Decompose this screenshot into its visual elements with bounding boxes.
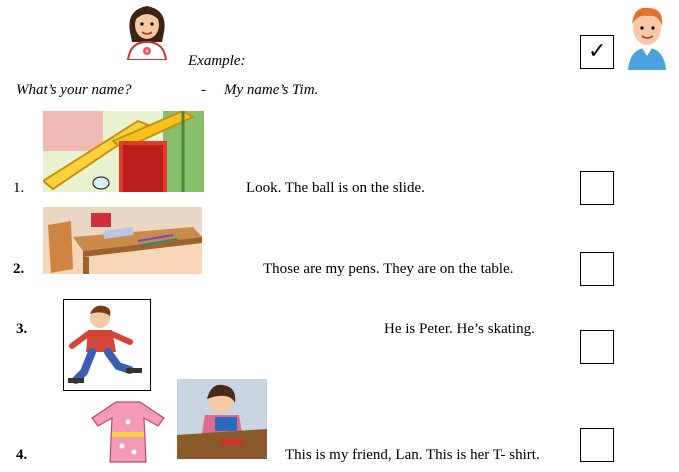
answer-checkbox-1[interactable] — [580, 171, 614, 205]
item-sentence: Those are my pens. They are on the table… — [263, 261, 514, 277]
slide-picture — [43, 111, 204, 192]
example-label: Example: — [188, 53, 246, 69]
item-sentence: Look. The ball is on the slide. — [246, 180, 425, 196]
skating-boy-picture — [63, 299, 151, 391]
answer-checkbox-4[interactable] — [580, 428, 614, 462]
item-number: 1. — [13, 180, 25, 196]
item-number: 3. — [16, 321, 28, 337]
girl-avatar — [126, 6, 168, 60]
example-checkbox[interactable]: ✓ — [580, 35, 614, 69]
example-answer: My name’s Tim. — [224, 82, 319, 98]
item-number: 2. — [13, 261, 25, 277]
item-sentence: He is Peter. He’s skating. — [384, 321, 535, 337]
boy-avatar — [628, 7, 666, 70]
example-dash: - — [201, 82, 206, 98]
item-number: 4. — [16, 447, 28, 463]
tshirt-picture — [91, 401, 165, 463]
answer-checkbox-2[interactable] — [580, 252, 614, 286]
answer-checkbox-3[interactable] — [580, 330, 614, 364]
girl-reading-picture — [177, 379, 267, 459]
checkmark-icon: ✓ — [588, 38, 607, 63]
desk-picture — [43, 207, 202, 274]
item-sentence: This is my friend, Lan. This is her T- s… — [285, 447, 540, 463]
example-question: What’s your name? — [16, 82, 132, 98]
